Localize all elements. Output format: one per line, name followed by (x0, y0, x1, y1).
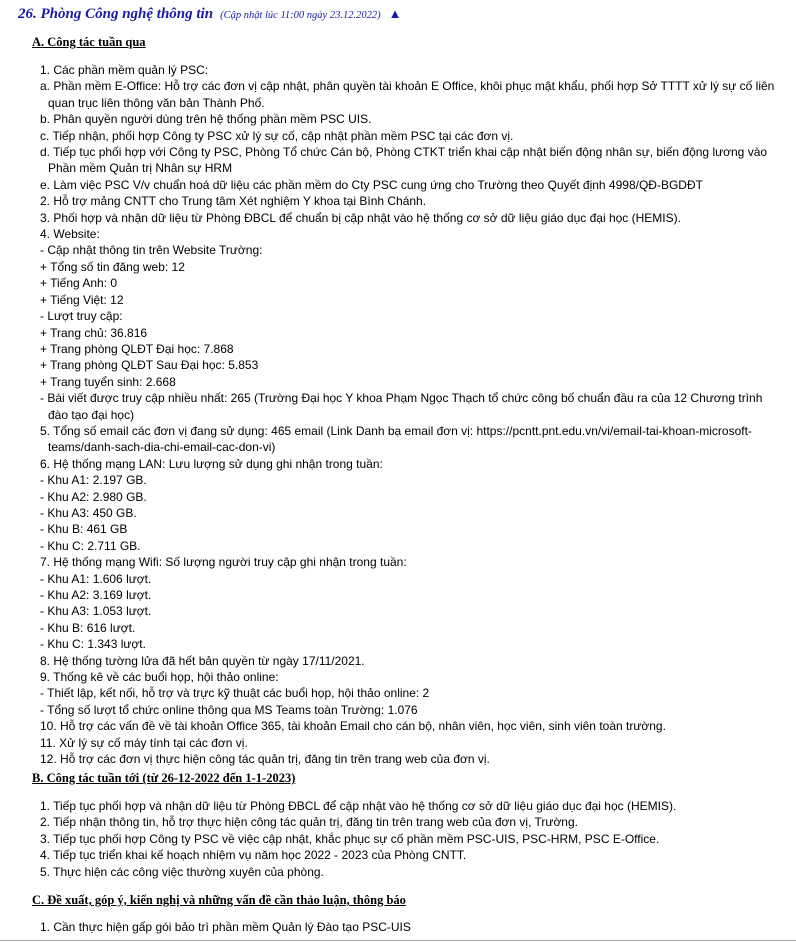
list-item: c. Tiếp nhận, phối hợp Công ty PSC xử lý… (40, 128, 514, 143)
list-item: - Khu C: 1.343 lượt. (40, 637, 146, 652)
list-item: - Khu A1: 1.606 lượt. (40, 571, 152, 586)
list-item: 10. Hỗ trợ các vấn đề về tài khoản Offic… (40, 719, 666, 734)
bottom-divider (0, 940, 796, 941)
list-item: - Bài viết được truy cập nhiều nhất: 265… (40, 391, 763, 422)
list-item: 8. Hệ thống tường lửa đã hết bản quyền t… (40, 653, 365, 668)
list-item: d. Tiếp tục phối hợp với Công ty PSC, Ph… (40, 145, 768, 176)
list-item: - Cập nhật thông tin trên Website Trường… (40, 243, 263, 258)
list-item: + Trang tuyển sinh: 2.668 (40, 374, 176, 389)
list-item: - Khu B: 461 GB (40, 522, 128, 537)
list-item: - Lượt truy cập: (40, 309, 123, 324)
list-item: 4. Website: (40, 227, 100, 242)
list-item: a. Phần mềm E-Office: Hỗ trợ các đơn vị … (40, 79, 775, 110)
list-item: + Tổng số tin đăng web: 12 (40, 259, 185, 274)
list-item: + Tiếng Việt: 12 (40, 292, 124, 307)
list-item: 5. Thực hiện các công việc thường xuyên … (40, 864, 324, 879)
list-item: 6. Hệ thống mạng LAN: Lưu lượng sử dụng … (40, 456, 383, 471)
list-item: 1. Cần thực hiện gấp gói bảo trì phần mề… (40, 920, 411, 934)
section-a-heading: A. Công tác tuần qua (32, 35, 146, 49)
list-item: e. Làm việc PSC V/v chuẩn hoá dữ liệu cá… (40, 177, 703, 192)
update-time: (Cập nhật lúc 11:00 ngày 23.12.2022) (220, 10, 381, 21)
list-item: - Khu A1: 2.197 GB. (40, 473, 147, 488)
list-item: 4. Tiếp tục triển khai kế hoạch nhiệm vụ… (40, 848, 467, 863)
list-item: 3. Tiếp tục phối hợp Công ty PSC về việc… (40, 831, 660, 846)
list-item: + Trang phòng QLĐT Đại học: 7.868 (40, 341, 234, 356)
back-to-top-icon[interactable]: ▲ (389, 6, 402, 21)
list-item: - Khu A3: 1.053 lượt. (40, 604, 152, 619)
list-item: b. Phân quyền người dùng trên hệ thống p… (40, 112, 372, 127)
list-item: 7. Hệ thống mạng Wifi: Số lượng người tr… (40, 555, 407, 570)
list-item: + Trang chủ: 36.816 (40, 325, 148, 340)
section-title-row: 26. Phòng Công nghệ thông tin (Cập nhật … (18, 5, 401, 23)
list-item: 1. Các phần mềm quản lý PSC: (40, 63, 209, 77)
list-item: + Trang phòng QLĐT Sau Đại học: 5.853 (40, 358, 259, 373)
list-item: 12. Hỗ trợ các đơn vị thực hiện công tác… (40, 752, 490, 767)
list-item: - Khu C: 2.711 GB. (40, 538, 141, 553)
list-item: - Khu A2: 3.169 lượt. (40, 588, 152, 602)
list-item: 1. Tiếp tục phối hợp và nhận dữ liệu từ … (40, 799, 677, 813)
section-b-heading: B. Công tác tuần tới (từ 26-12-2022 đến … (32, 771, 296, 785)
section-c-heading: C. Đề xuất, góp ý, kiến nghị và những vấ… (32, 893, 406, 907)
page: 26. Phòng Công nghệ thông tin (Cập nhật … (0, 0, 796, 942)
list-item: - Thiết lập, kết nối, hỗ trợ và trực kỹ … (40, 686, 430, 701)
list-item: - Tổng số lượt tổ chức online thông qua … (40, 702, 418, 717)
list-item: - Khu A2: 2.980 GB. (40, 489, 147, 504)
section-a-list: 1. Các phần mềm quản lý PSC: a. Phần mềm… (40, 62, 785, 767)
list-item: - Khu A3: 450 GB. (40, 505, 137, 520)
list-item: 2. Hỗ trợ mảng CNTT cho Trung tâm Xét ng… (40, 194, 427, 209)
list-item: 11. Xử lý sự cố máy tính tại các đơn vị. (40, 735, 248, 750)
list-item: 3. Phối hợp và nhận dữ liệu từ Phòng ĐBC… (40, 210, 681, 225)
list-item: 5. Tổng số email các đơn vị đang sử dụng… (40, 423, 752, 455)
section-b-list: 1. Tiếp tục phối hợp và nhận dữ liệu từ … (40, 798, 785, 880)
section-c-list: 1. Cần thực hiện gấp gói bảo trì phần mề… (40, 919, 785, 935)
list-item: 2. Tiếp nhận thông tin, hỗ trợ thực hiện… (40, 815, 578, 830)
list-item: - Khu B: 616 lượt. (40, 620, 136, 635)
list-item: 9. Thống kê về các buổi họp, hội thảo on… (40, 670, 279, 685)
list-item: + Tiếng Anh: 0 (40, 276, 118, 291)
section-title: 26. Phòng Công nghệ thông tin (18, 6, 214, 22)
